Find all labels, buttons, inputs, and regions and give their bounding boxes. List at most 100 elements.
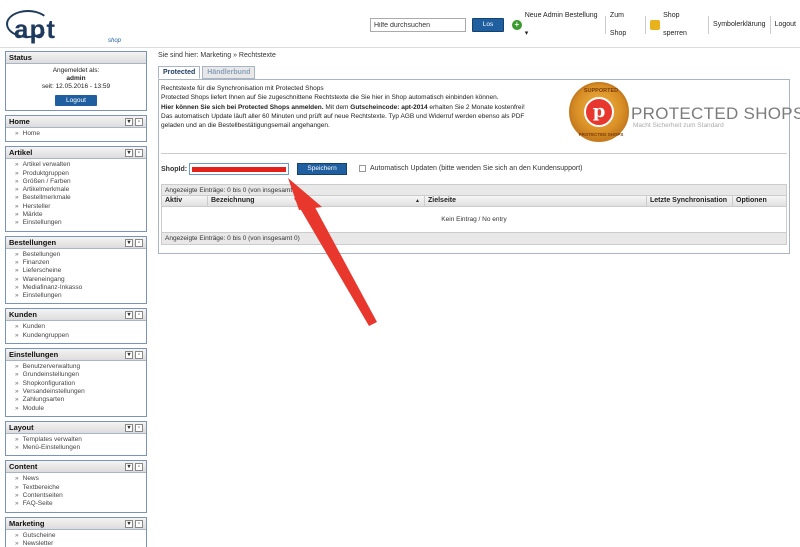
auto-update-checkbox[interactable]	[359, 165, 366, 172]
sidebar-item[interactable]: Benutzerverwaltung	[15, 363, 142, 371]
logo-text: apt	[14, 14, 56, 44]
sort-asc-icon: ▲	[415, 198, 420, 204]
ps-title: PROTECTED SHOPS	[631, 104, 800, 123]
col-zielseite[interactable]: Zielseite	[425, 196, 647, 206]
sidebar-item[interactable]: Kundengruppen	[15, 332, 142, 340]
username: admin	[66, 75, 86, 82]
collapse-icon[interactable]: ▾	[125, 149, 133, 158]
sidebar-item[interactable]: Gutscheine	[15, 532, 142, 540]
sidebar-item[interactable]: Einstellungen	[15, 292, 142, 300]
help-search-input[interactable]	[370, 18, 466, 32]
help-search: Los	[370, 16, 504, 34]
nav-box-kunden: Kunden▾▫KundenKundengruppen	[5, 308, 147, 345]
intro-line: Protected Shops liefert Ihnen auf Sie zu…	[161, 94, 499, 102]
collapse-icon[interactable]: ▾	[125, 423, 133, 432]
tab-bar: Protected Händlerbund	[158, 66, 257, 79]
save-button[interactable]: Speichern	[297, 163, 348, 175]
col-bezeichnung[interactable]: Bezeichnung ▲	[208, 196, 425, 206]
nav-box-content: Content▾▫NewsTextbereicheContentseitenFA…	[5, 460, 147, 513]
sidebar-item[interactable]: Textbereiche	[15, 484, 142, 492]
sidebar-logout-button[interactable]: Logout	[55, 95, 97, 106]
sidebar-item[interactable]: Versandeinstellungen	[15, 388, 142, 396]
to-shop-link[interactable]: Zum Shop	[604, 12, 645, 37]
sidebar-item[interactable]: Größen / Farben	[15, 178, 142, 186]
close-icon[interactable]: ▫	[135, 519, 143, 528]
logged-in-label: Angemeldet als:	[52, 67, 100, 74]
sidebar-item[interactable]: Lieferscheine	[15, 267, 142, 275]
close-icon[interactable]: ▫	[135, 118, 143, 126]
sidebar-item[interactable]: Bestellmerkmale	[15, 194, 142, 202]
sidebar-item[interactable]: Einstellungen	[15, 219, 142, 227]
ps-tagline: Macht Sicherheit zum Standard	[633, 122, 724, 129]
sidebar-item[interactable]: Module	[15, 405, 142, 413]
col-optionen[interactable]: Optionen	[733, 196, 786, 206]
lock-icon	[650, 20, 661, 30]
col-aktiv[interactable]: Aktiv	[162, 196, 208, 206]
close-icon[interactable]: ▫	[135, 149, 143, 158]
sidebar-item[interactable]: Home	[15, 130, 142, 138]
close-icon[interactable]: ▫	[135, 311, 143, 320]
sidebar-item[interactable]: Menü-Einstellungen	[15, 444, 142, 452]
table-info-top: Angezeigte Einträge: 0 bis 0 (von insges…	[161, 184, 787, 196]
sidebar-item[interactable]: Wareneingang	[15, 276, 142, 284]
symbol-legend-link[interactable]: Symbolerklärung	[708, 16, 770, 34]
status-box-title: Status	[6, 52, 146, 64]
protected-panel: Rechtstexte für die Synchronisation mit …	[158, 79, 800, 254]
sidebar-item[interactable]: FAQ-Seite	[15, 500, 142, 508]
shop-id-input[interactable]	[189, 163, 290, 175]
nav-box-title: Kunden ▾ ▫	[6, 309, 146, 322]
auto-update-option: Automatisch Updaten (bitte wenden Sie si…	[359, 165, 582, 172]
nav-box-title: Artikel ▾ ▫	[6, 147, 146, 160]
collapse-icon[interactable]: ▾	[125, 311, 133, 320]
tab-protected[interactable]: Protected	[158, 66, 201, 79]
sidebar-item[interactable]: Artikelmerkmale	[15, 186, 142, 194]
sidebar-item[interactable]: Zahlungsarten	[15, 396, 142, 404]
sidebar-item[interactable]: Shopkonfiguration	[15, 380, 142, 388]
sidebar-item[interactable]: Contentseiten	[15, 492, 142, 500]
sidebar-item[interactable]: News	[15, 475, 142, 483]
col-letzte-sync[interactable]: Letzte Synchronisation	[647, 196, 733, 206]
sidebar-item[interactable]: Produktgruppen	[15, 170, 142, 178]
sidebar-item[interactable]: Mediafinanz-Inkasso	[15, 284, 142, 292]
close-icon[interactable]: ▫	[135, 238, 143, 247]
sidebar-item[interactable]: Bestellungen	[15, 251, 142, 259]
collapse-icon[interactable]: ▾	[125, 351, 133, 360]
lock-shop-link[interactable]: Shop sperren	[645, 12, 708, 37]
nav-box-bestellungen: Bestellungen▾▫ BestellungenFinanzenLiefer…	[5, 235, 147, 305]
shop-id-label: ShopId:	[161, 165, 188, 173]
collapse-icon[interactable]: ▾	[125, 118, 133, 126]
sidebar-item[interactable]: Templates verwalten	[15, 436, 142, 444]
intro-line: geladen und an die Bestellbestätigungsem…	[161, 122, 330, 130]
sidebar-item[interactable]: Kunden	[15, 323, 142, 331]
signup-link[interactable]: Hier können Sie sich bei Protected Shops…	[161, 104, 324, 111]
intro-text: Rechtstexte für die Synchronisation mit …	[161, 84, 561, 130]
sidebar-item[interactable]: Newsletter	[15, 540, 142, 547]
close-icon[interactable]: ▫	[135, 463, 143, 472]
tab-haendlerbund[interactable]: Händlerbund	[202, 66, 256, 79]
apt-logo[interactable]: apt shop	[4, 6, 124, 44]
collapse-icon[interactable]: ▾	[125, 519, 133, 528]
logout-link[interactable]: Logout	[769, 16, 800, 34]
nav-box-home: Home▾▫ Home	[5, 115, 147, 143]
protected-shops-logo[interactable]: SUPPORTED p PROTECTED SHOPS PROTECTED SH…	[569, 82, 800, 146]
collapse-icon[interactable]: ▾	[125, 238, 133, 247]
status-box: Status Angemeldet als: admin seit: 12.05…	[5, 51, 147, 111]
auto-update-label: Automatisch Updaten (bitte wenden Sie si…	[370, 165, 583, 172]
plus-icon: +	[512, 20, 522, 30]
session-since: seit: 12.05.2016 - 13:59	[41, 83, 111, 90]
supported-seal-icon: SUPPORTED p PROTECTED SHOPS	[569, 82, 629, 142]
search-go-button[interactable]: Los	[472, 18, 504, 32]
table-info-bottom: Angezeigte Einträge: 0 bis 0 (von insges…	[161, 233, 787, 245]
sidebar-item[interactable]: Artikel verwalten	[15, 161, 142, 169]
voucher-code: Gutscheincode: apt-2014	[350, 103, 428, 111]
close-icon[interactable]: ▫	[135, 351, 143, 360]
sidebar-item[interactable]: Grundeinstellungen	[15, 371, 142, 379]
sidebar-item[interactable]: Märkte	[15, 211, 142, 219]
new-admin-order-link[interactable]: + Neue Admin Bestellung ▾	[508, 12, 605, 37]
table-empty-row: Kein Eintrag / No entry	[161, 207, 787, 233]
close-icon[interactable]: ▫	[135, 423, 143, 432]
sidebar-item[interactable]: Finanzen	[15, 259, 142, 267]
collapse-icon[interactable]: ▾	[125, 463, 133, 472]
nav-box-marketing: Marketing▾▫GutscheineNewsletterPartnerpr…	[5, 516, 147, 547]
sidebar-item[interactable]: Hersteller	[15, 203, 142, 211]
